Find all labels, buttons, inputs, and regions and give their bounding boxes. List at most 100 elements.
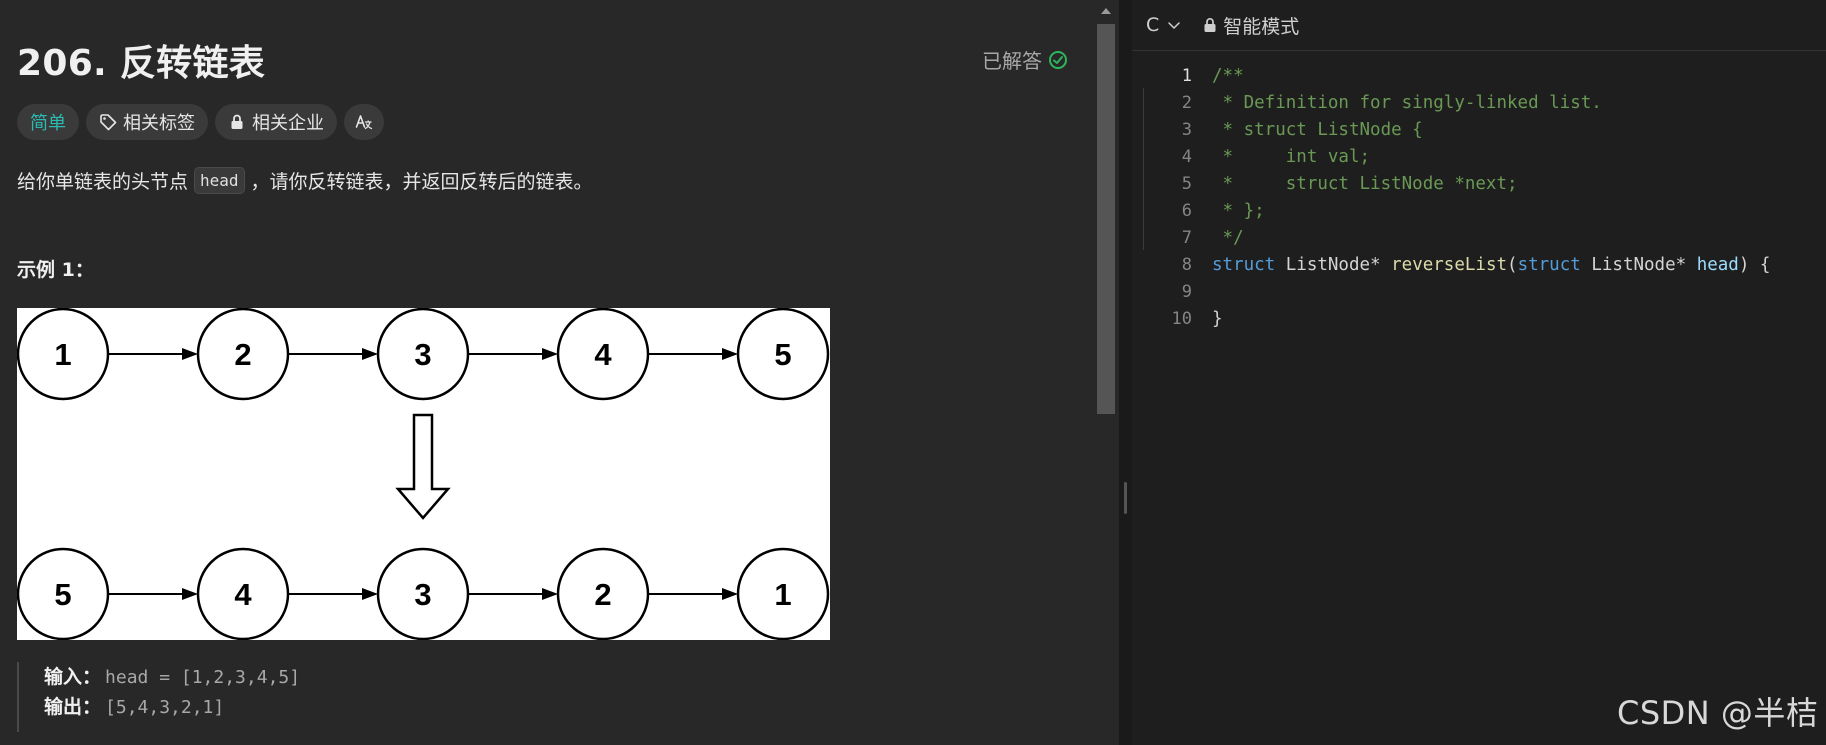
code-line: 6 * }; (1132, 197, 1826, 224)
code-token-type: ListNode* (1275, 254, 1392, 275)
chevron-down-icon (1167, 18, 1181, 32)
code-line: 2 * Definition for singly-linked list. (1132, 89, 1826, 116)
description-text-after: ，请你反转链表，并返回反转后的链表。 (250, 171, 593, 193)
code-text: * struct ListNode { (1212, 119, 1423, 140)
language-select[interactable]: C (1146, 14, 1181, 36)
related-companies-button[interactable]: 相关企业 (215, 104, 337, 140)
example-title: 示例 1： (17, 259, 94, 281)
smart-mode-toggle[interactable]: 智能模式 (1203, 12, 1299, 39)
code-token-keyword: struct (1517, 254, 1581, 275)
problem-description-pane: 206. 反转链表 已解答 简单 相关标签 相关企业 给你单链表的头节点 hea… (0, 0, 1093, 745)
line-number: 8 (1181, 254, 1192, 275)
code-text: struct ListNode* reverseList(struct List… (1212, 255, 1770, 275)
solved-label: 已解答 (982, 49, 1042, 73)
code-text: * struct ListNode *next; (1212, 173, 1518, 194)
scroll-up-arrow-icon[interactable] (1101, 8, 1111, 14)
problem-description: 给你单链表的头节点 head ，请你反转链表，并返回反转后的链表。 (17, 167, 593, 194)
related-tags-label: 相关标签 (123, 113, 195, 134)
code-text: } (1212, 308, 1223, 329)
difficulty-label: 简单 (30, 113, 66, 134)
code-token-param: head (1696, 254, 1739, 275)
list-node: 5 (736, 308, 830, 401)
code-line: 3 * struct ListNode { (1132, 116, 1826, 143)
splitter-grip-handle[interactable] (1124, 482, 1127, 514)
description-scrollbar[interactable] (1093, 0, 1119, 745)
list-node: 4 (196, 547, 290, 640)
transform-down-arrow-icon (395, 413, 451, 520)
linked-list-diagram: 1 2 3 4 5 5 4 3 2 1 (17, 308, 830, 640)
input-label: 输入： (44, 666, 102, 688)
line-number: 1 (1181, 65, 1192, 86)
list-node: 1 (17, 308, 110, 401)
example-io-block: 输入： head = [1,2,3,4,5] 输出： [5,4,3,2,1] (17, 662, 300, 732)
description-text-before: 给你单链表的头节点 (17, 171, 189, 193)
pane-splitter[interactable] (1119, 0, 1132, 745)
list-node: 5 (17, 547, 110, 640)
list-arrow (108, 588, 198, 600)
list-node-value: 3 (414, 577, 431, 612)
line-number: 3 (1181, 119, 1192, 140)
input-value: head = [1,2,3,4,5] (105, 667, 301, 688)
code-text: * int val; (1212, 146, 1371, 167)
list-node-value: 4 (234, 577, 252, 612)
list-node: 2 (196, 308, 290, 401)
line-number: 2 (1181, 92, 1192, 113)
scrollbar-thumb[interactable] (1097, 24, 1115, 414)
code-token-function: reverseList (1391, 254, 1508, 275)
code-line: 8 struct ListNode* reverseList(struct Li… (1132, 251, 1826, 278)
code-text: */ (1212, 227, 1244, 248)
list-node: 2 (556, 547, 650, 640)
lock-icon (228, 113, 246, 131)
code-editor[interactable]: 1 /** 2 * Definition for singly-linked l… (1132, 62, 1826, 332)
list-node: 4 (556, 308, 650, 401)
list-arrow (288, 588, 378, 600)
list-arrow (648, 348, 738, 360)
problem-title: 206. 反转链表 (17, 43, 266, 84)
list-node: 3 (376, 308, 470, 401)
difficulty-badge[interactable]: 简单 (17, 104, 79, 140)
lock-icon (1203, 17, 1217, 33)
list-arrow (648, 588, 738, 600)
code-line: 4 * int val; (1132, 143, 1826, 170)
list-node-value: 2 (234, 337, 251, 372)
editor-toolbar: C 智能模式 (1132, 0, 1826, 51)
watermark: CSDN @半桔 (1617, 694, 1819, 732)
code-text: * }; (1212, 200, 1265, 221)
output-label: 输出： (44, 696, 102, 718)
code-line: 7 */ (1132, 224, 1826, 251)
list-node-value: 4 (594, 337, 612, 372)
output-value: [5,4,3,2,1] (105, 697, 225, 718)
problem-tags: 简单 相关标签 相关企业 (17, 104, 384, 140)
code-token-punct: ) { (1738, 254, 1771, 275)
list-arrow (108, 348, 198, 360)
code-line: 9 (1132, 278, 1826, 305)
related-companies-label: 相关企业 (252, 113, 324, 134)
code-line: 1 /** (1132, 62, 1826, 89)
check-circle-icon (1048, 50, 1068, 70)
description-inline-code: head (194, 167, 245, 194)
list-node-value: 2 (594, 577, 611, 612)
line-number: 10 (1171, 308, 1192, 329)
indent-guide (1143, 88, 1144, 250)
list-arrow (468, 348, 558, 360)
code-editor-pane: C 智能模式 1 /** 2 * Definition for singly-l… (1132, 0, 1826, 745)
code-token-punct: ( (1507, 254, 1518, 275)
related-tags-button[interactable]: 相关标签 (86, 104, 208, 140)
tag-icon (99, 113, 117, 131)
list-arrow (288, 348, 378, 360)
translate-button[interactable] (344, 104, 384, 140)
code-line: 5 * struct ListNode *next; (1132, 170, 1826, 197)
translate-icon (355, 113, 373, 131)
code-line: 10 } (1132, 305, 1826, 332)
line-number: 5 (1181, 173, 1192, 194)
list-node: 1 (736, 547, 830, 640)
code-text: * Definition for singly-linked list. (1212, 92, 1602, 113)
mode-label: 智能模式 (1223, 15, 1300, 38)
line-number: 9 (1181, 281, 1192, 302)
list-node-value: 5 (54, 577, 71, 612)
line-number: 6 (1181, 200, 1192, 221)
example-input-line: 输入： head = [1,2,3,4,5] (44, 662, 300, 692)
line-number: 4 (1181, 146, 1192, 167)
example-output-line: 输出： [5,4,3,2,1] (44, 692, 300, 722)
list-node-value: 1 (54, 337, 71, 372)
